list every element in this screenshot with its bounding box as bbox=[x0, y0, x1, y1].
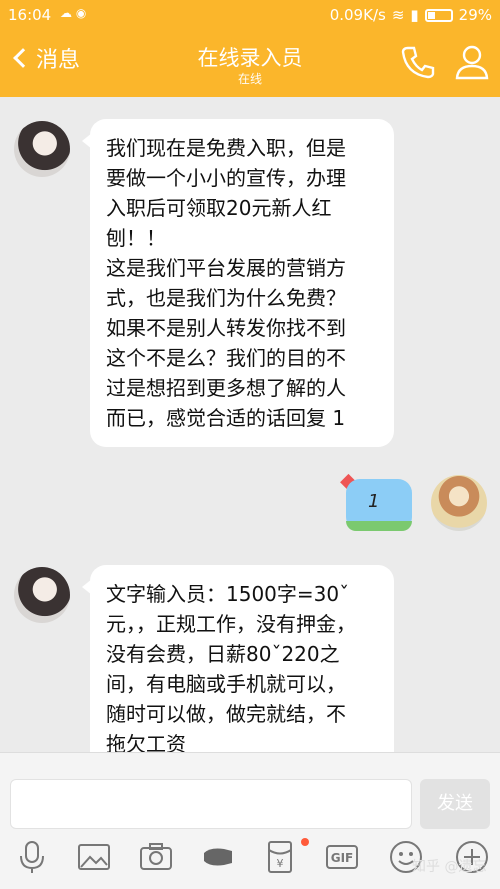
red-packet-button[interactable]: ¥ bbox=[260, 839, 300, 879]
microphone-button[interactable] bbox=[12, 839, 52, 879]
battery-icon bbox=[424, 8, 453, 22]
gif-label: GIF bbox=[331, 851, 354, 865]
message-bubble-incoming[interactable]: 文字输入员：1500字=30ˇ 元，，正规工作，没有押金， 没有会费，日薪80ˇ… bbox=[82, 565, 394, 752]
app-header: 16:04 ☁ ◉ 0.09K/s ≋ ▮ 29% 消息 在线录入员 在线 bbox=[0, 0, 500, 97]
network-speed: 0.09K/s bbox=[329, 6, 386, 24]
bubble-grass-decoration bbox=[346, 521, 412, 531]
microphone-icon bbox=[20, 841, 44, 873]
red-packet-icon: ¥ bbox=[268, 841, 292, 873]
red-packet-label: ¥ bbox=[277, 857, 284, 870]
status-bar: 16:04 ☁ ◉ 0.09K/s ≋ ▮ 29% bbox=[0, 0, 500, 30]
outgoing-message-text: 1 bbox=[368, 491, 380, 512]
video-call-icon bbox=[204, 848, 232, 866]
profile-icon bbox=[455, 45, 489, 80]
image-button[interactable] bbox=[74, 839, 114, 879]
signal-icon: ▮ bbox=[410, 6, 419, 24]
contact-avatar[interactable] bbox=[14, 567, 70, 623]
message-bubble-outgoing[interactable]: 1 bbox=[346, 479, 412, 531]
my-avatar[interactable] bbox=[431, 475, 487, 531]
gif-icon: GIF bbox=[326, 845, 358, 869]
new-badge-dot bbox=[301, 838, 309, 846]
notification-icons: ☁ ◉ bbox=[60, 6, 87, 20]
phone-icon bbox=[401, 46, 435, 79]
chat-area[interactable]: 我们现在是免费入职，但是 要做一个小小的宣传，办理 入职后可领取20元新人红 刨… bbox=[0, 97, 500, 752]
battery-percent: 29% bbox=[458, 6, 492, 24]
image-icon bbox=[78, 844, 110, 870]
send-button[interactable]: 发送 bbox=[420, 779, 490, 829]
message-bubble-incoming[interactable]: 我们现在是免费入职，但是 要做一个小小的宣传，办理 入职后可领取20元新人红 刨… bbox=[82, 119, 394, 447]
wifi-icon: ≋ bbox=[391, 6, 405, 24]
camera-icon bbox=[140, 843, 172, 870]
video-call-button[interactable] bbox=[198, 839, 238, 879]
contact-avatar[interactable] bbox=[14, 121, 70, 177]
profile-button[interactable] bbox=[452, 42, 492, 82]
status-time: 16:04 bbox=[8, 6, 52, 24]
status-right: 0.09K/s ≋ ▮ 29% bbox=[330, 6, 492, 24]
camera-button[interactable] bbox=[136, 839, 176, 879]
nav-bar: 消息 在线录入员 在线 bbox=[0, 30, 500, 97]
phone-call-button[interactable] bbox=[398, 42, 438, 82]
watermark: 知乎 @遗忘 bbox=[412, 859, 487, 875]
message-input[interactable] bbox=[10, 779, 412, 829]
gif-button[interactable]: GIF bbox=[322, 839, 362, 879]
